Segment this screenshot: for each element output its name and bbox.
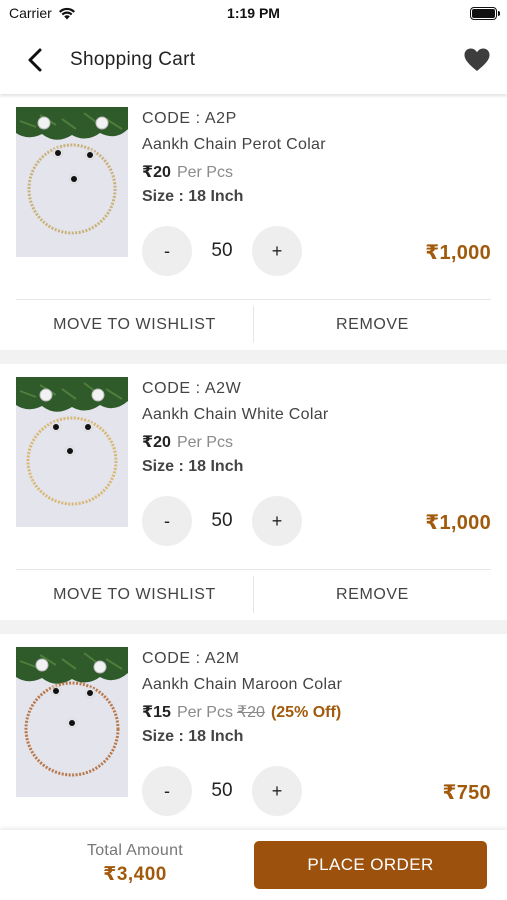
status-bar: Carrier 1:19 PM xyxy=(0,0,507,28)
product-image xyxy=(16,647,128,797)
item-total: ₹1,000 xyxy=(425,242,491,264)
item-name: Aankh Chain Maroon Colar xyxy=(142,676,343,693)
item-code: CODE : A2W xyxy=(142,380,242,397)
item-code: CODE : A2M xyxy=(142,650,240,667)
cart-item: CODE : A2P Aankh Chain Perot Colar ₹20 Pe… xyxy=(0,94,507,350)
quantity-value: 50 xyxy=(211,240,233,261)
item-total: ₹1,000 xyxy=(425,512,491,534)
remove-button[interactable]: REMOVE xyxy=(254,300,491,349)
item-name: Aankh Chain Perot Colar xyxy=(142,136,326,153)
item-unit: Per Pcs xyxy=(176,434,233,451)
item-actions: MOVE TO WISHLIST REMOVE xyxy=(16,569,491,619)
item-actions: MOVE TO WISHLIST REMOVE xyxy=(16,299,491,349)
total-amount-label: Total Amount xyxy=(86,842,184,859)
increase-quantity-button[interactable]: + xyxy=(252,226,302,276)
quantity-stepper: - 50 + xyxy=(142,496,302,546)
cart-item: CODE : A2W Aankh Chain White Colar ₹20 Pe… xyxy=(0,364,507,620)
remove-button[interactable]: REMOVE xyxy=(254,570,491,619)
battery-icon xyxy=(470,7,500,20)
item-total: ₹750 xyxy=(442,782,491,804)
back-arrow-icon[interactable] xyxy=(22,46,50,74)
place-order-button[interactable]: PLACE ORDER xyxy=(254,841,487,889)
nav-bar: Shopping Cart xyxy=(0,28,507,94)
item-size: Size : 18 Inch xyxy=(142,188,244,205)
item-price: ₹15 xyxy=(142,704,171,721)
product-image xyxy=(16,377,128,527)
quantity-value: 50 xyxy=(211,780,233,801)
quantity-stepper: - 50 + xyxy=(142,766,302,816)
cart-list[interactable]: CODE : A2P Aankh Chain Perot Colar ₹20 Pe… xyxy=(0,94,507,830)
price-row: ₹15 Per Pcs ₹20 (25% Off) xyxy=(142,702,495,728)
original-price: ₹20 xyxy=(236,704,265,721)
move-to-wishlist-button[interactable]: MOVE TO WISHLIST xyxy=(16,570,253,619)
item-unit: Per Pcs xyxy=(176,164,233,181)
price-row: ₹20 Per Pcs xyxy=(142,162,495,188)
decrease-quantity-button[interactable]: - xyxy=(142,226,192,276)
item-unit: Per Pcs xyxy=(176,704,233,721)
page-title: Shopping Cart xyxy=(70,49,196,70)
item-info: CODE : A2M Aankh Chain Maroon Colar ₹15 P… xyxy=(142,650,495,754)
decrease-quantity-button[interactable]: - xyxy=(142,496,192,546)
product-image xyxy=(16,107,128,257)
item-size: Size : 18 Inch xyxy=(142,458,244,475)
checkout-bar: Total Amount ₹3,400 PLACE ORDER xyxy=(0,830,507,900)
item-code: CODE : A2P xyxy=(142,110,237,127)
item-info: CODE : A2W Aankh Chain White Colar ₹20 Pe… xyxy=(142,380,495,484)
item-price: ₹20 xyxy=(142,164,171,181)
increase-quantity-button[interactable]: + xyxy=(252,766,302,816)
quantity-value: 50 xyxy=(211,510,233,531)
status-time: 1:19 PM xyxy=(227,5,280,21)
move-to-wishlist-button[interactable]: MOVE TO WISHLIST xyxy=(16,300,253,349)
discount-label: (25% Off) xyxy=(270,704,342,721)
decrease-quantity-button[interactable]: - xyxy=(142,766,192,816)
price-row: ₹20 Per Pcs xyxy=(142,432,495,458)
item-info: CODE : A2P Aankh Chain Perot Colar ₹20 Pe… xyxy=(142,110,495,214)
item-size: Size : 18 Inch xyxy=(142,728,244,745)
item-price: ₹20 xyxy=(142,434,171,451)
total-amount-value: ₹3,400 xyxy=(103,864,167,885)
item-name: Aankh Chain White Colar xyxy=(142,406,329,423)
increase-quantity-button[interactable]: + xyxy=(252,496,302,546)
quantity-stepper: - 50 + xyxy=(142,226,302,276)
heart-icon[interactable] xyxy=(463,46,491,74)
cart-item: CODE : A2M Aankh Chain Maroon Colar ₹15 P… xyxy=(0,634,507,830)
